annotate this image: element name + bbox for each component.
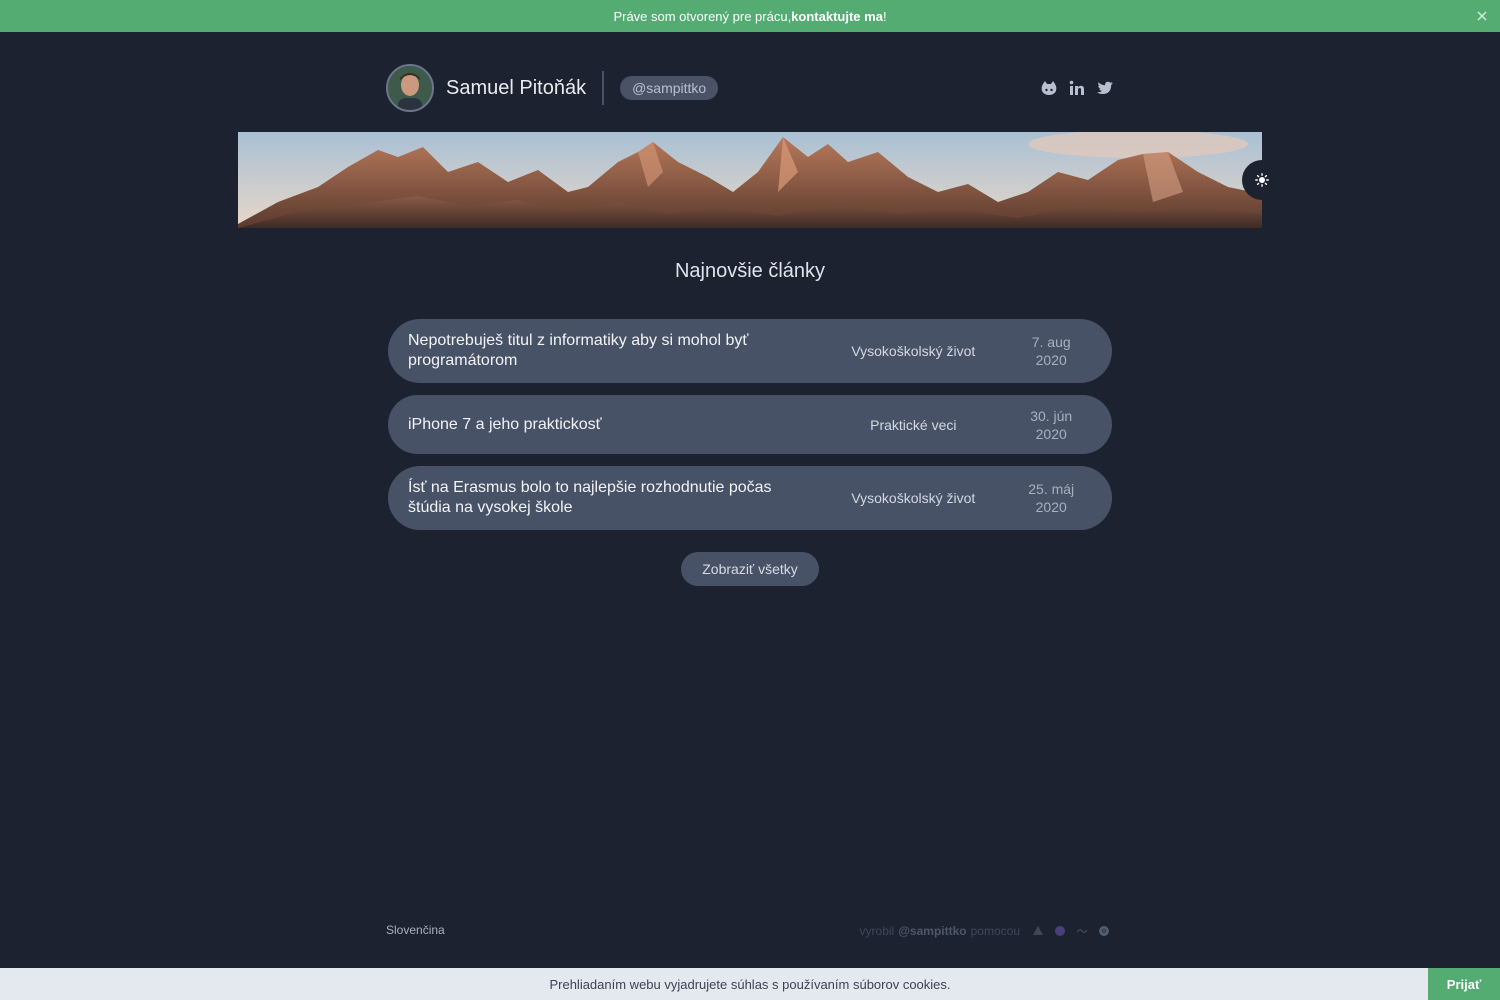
social-links [1040, 79, 1114, 97]
article-item[interactable]: Nepotrebuješ titul z informatiky aby si … [388, 319, 1112, 383]
article-list: Nepotrebuješ titul z informatiky aby si … [388, 319, 1112, 530]
gatsby-icon[interactable] [1032, 925, 1044, 937]
footer-credit: vyrobil @sampittko pomocou [860, 924, 1110, 938]
article-date-year: 2020 [1035, 352, 1067, 368]
hero-mountain-image [238, 132, 1262, 228]
article-date: 7. aug 2020 [1010, 333, 1092, 369]
graphql-icon[interactable] [1054, 925, 1066, 937]
article-category: Vysokoškolský život [851, 343, 976, 359]
language-switcher[interactable]: Slovenčina [386, 923, 445, 937]
twitter-icon[interactable] [1096, 79, 1114, 97]
article-date: 25. máj 2020 [1010, 480, 1092, 516]
credit-author-link[interactable]: @sampittko [898, 924, 966, 938]
credit-prefix: vyrobil [859, 924, 895, 938]
section-title: Najnovšie články [674, 260, 826, 282]
cookie-accept-button[interactable]: Prijať [1428, 968, 1500, 1000]
styled-components-icon[interactable] [1076, 925, 1088, 937]
banner-text-end: ! [882, 8, 887, 24]
close-icon[interactable] [1474, 8, 1490, 24]
github-icon[interactable] [1040, 79, 1058, 97]
banner-contact-link[interactable]: kontaktujte ma [791, 9, 883, 24]
theme-toggle-button[interactable] [1242, 160, 1282, 200]
article-title: Nepotrebuješ titul z informatiky aby si … [408, 332, 749, 369]
site-header: Samuel Pitoňák @sampittko [386, 64, 1114, 112]
handle-badge[interactable]: @sampittko [620, 76, 719, 100]
article-date-year: 2020 [1035, 425, 1067, 442]
site-owner-name[interactable]: Samuel Pitoňák [446, 77, 586, 100]
cookie-text: Prehliadaním webu vyjadrujete súhlas s p… [549, 976, 951, 992]
article-item[interactable]: iPhone 7 a jeho praktickosť Praktické ve… [388, 395, 1112, 454]
article-category: Vysokoškolský život [851, 490, 976, 506]
article-title: iPhone 7 a jeho praktickosť [408, 415, 602, 433]
header-divider [602, 71, 605, 105]
article-date-day: 25. máj [1028, 481, 1075, 497]
show-all-button[interactable]: Zobraziť všetky [681, 552, 819, 586]
avatar[interactable] [386, 64, 434, 112]
article-date-day: 7. aug [1031, 334, 1071, 350]
sun-icon [1255, 173, 1269, 187]
announcement-banner: Práve som otvorený pre prácu, kontaktujt… [0, 0, 1500, 32]
article-date-year: 2020 [1035, 499, 1067, 515]
linkedin-icon[interactable] [1068, 79, 1086, 97]
article-title: Ísť na Erasmus bolo to najlepšie rozhodn… [408, 479, 772, 516]
netlify-icon[interactable] [1098, 925, 1110, 937]
credit-suffix: pomocou [970, 924, 1020, 938]
article-item[interactable]: Ísť na Erasmus bolo to najlepšie rozhodn… [388, 466, 1112, 530]
article-category: Praktické veci [870, 416, 957, 433]
article-date: 30. jún 2020 [1010, 407, 1092, 443]
cookie-consent-bar: Prehliadaním webu vyjadrujete súhlas s p… [0, 968, 1500, 1000]
article-date-day: 30. jún [1030, 407, 1073, 424]
banner-text: Práve som otvorený pre prácu, [613, 8, 792, 24]
